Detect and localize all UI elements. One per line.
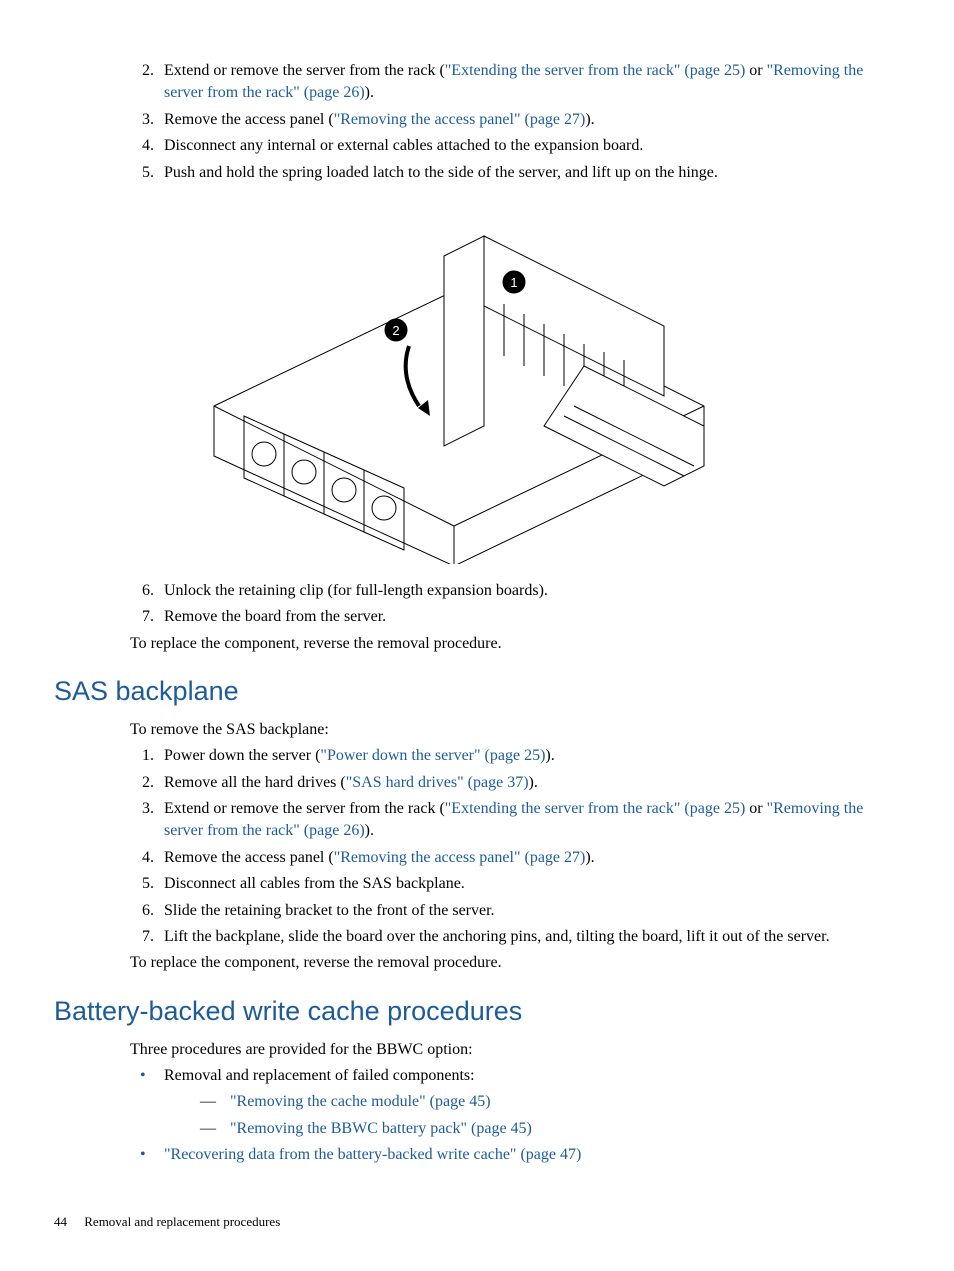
step-number: 2. <box>130 772 154 794</box>
step-text: Extend or remove the server from the rac… <box>164 62 863 101</box>
sas-steps: 1. Power down the server ("Power down th… <box>130 745 900 948</box>
step-text: Remove all the hard drives ("SAS hard dr… <box>164 774 538 791</box>
callout-1: 1 <box>510 275 517 290</box>
bbwc-bullets: Removal and replacement of failed compon… <box>130 1065 900 1167</box>
step-number: 3. <box>130 109 154 131</box>
step-5: 5. Push and hold the spring loaded latch… <box>130 162 900 184</box>
step-text: Push and hold the spring loaded latch to… <box>164 164 718 181</box>
sas-step-6: 6. Slide the retaining bracket to the fr… <box>130 900 900 922</box>
link-remove-bbwc-battery[interactable]: "Removing the BBWC battery pack" (page 4… <box>230 1120 532 1137</box>
sas-backplane-heading: SAS backplane <box>54 673 900 711</box>
step-number: 6. <box>130 900 154 922</box>
page-number: 44 <box>54 1214 67 1229</box>
sas-step-1: 1. Power down the server ("Power down th… <box>130 745 900 767</box>
sas-step-5: 5. Disconnect all cables from the SAS ba… <box>130 873 900 895</box>
step-7: 7. Remove the board from the server. <box>130 606 900 628</box>
after-figure-steps: 6. Unlock the retaining clip (for full-l… <box>130 580 900 629</box>
link-sas-hard-drives[interactable]: "SAS hard drives" (page 37) <box>346 774 529 791</box>
link-remove-access-panel-2[interactable]: "Removing the access panel" (page 27) <box>334 849 586 866</box>
step-text: Remove the board from the server. <box>164 608 386 625</box>
step-text: Remove the access panel ("Removing the a… <box>164 849 595 866</box>
link-recovering-data[interactable]: "Recovering data from the battery-backed… <box>164 1146 581 1163</box>
step-number: 3. <box>130 798 154 820</box>
step-text: Lift the backplane, slide the board over… <box>164 928 830 945</box>
step-text: Disconnect any internal or external cabl… <box>164 137 643 154</box>
step-number: 7. <box>130 606 154 628</box>
step-4: 4. Disconnect any internal or external c… <box>130 135 900 157</box>
page-footer: 44 Removal and replacement procedures <box>54 1213 280 1231</box>
bbwc-intro: Three procedures are provided for the BB… <box>130 1039 900 1061</box>
step-number: 7. <box>130 926 154 948</box>
link-remove-cache-module[interactable]: "Removing the cache module" (page 45) <box>230 1093 491 1110</box>
sas-step-2: 2. Remove all the hard drives ("SAS hard… <box>130 772 900 794</box>
step-text: Disconnect all cables from the SAS backp… <box>164 875 465 892</box>
step-text: Slide the retaining bracket to the front… <box>164 902 495 919</box>
bullet-removal-replacement: Removal and replacement of failed compon… <box>130 1065 900 1140</box>
step-number: 6. <box>130 580 154 602</box>
subdash-remove-battery: "Removing the BBWC battery pack" (page 4… <box>200 1118 900 1140</box>
bbwc-heading: Battery-backed write cache procedures <box>54 993 900 1031</box>
step-number: 5. <box>130 162 154 184</box>
step-text: Power down the server ("Power down the s… <box>164 747 555 764</box>
top-steps: 2. Extend or remove the server from the … <box>130 60 900 184</box>
chapter-title: Removal and replacement procedures <box>84 1214 280 1229</box>
subdash-remove-cache: "Removing the cache module" (page 45) <box>200 1091 900 1113</box>
callout-2: 2 <box>392 323 399 338</box>
link-remove-access-panel[interactable]: "Removing the access panel" (page 27) <box>334 111 586 128</box>
step-number: 4. <box>130 135 154 157</box>
step-number: 4. <box>130 847 154 869</box>
link-extend-server-2[interactable]: "Extending the server from the rack" (pa… <box>445 800 746 817</box>
step-text: Extend or remove the server from the rac… <box>164 800 863 839</box>
link-power-down[interactable]: "Power down the server" (page 25) <box>320 747 545 764</box>
sas-intro: To remove the SAS backplane: <box>130 719 900 741</box>
step-3: 3. Remove the access panel ("Removing th… <box>130 109 900 131</box>
step-2: 2. Extend or remove the server from the … <box>130 60 900 105</box>
step-number: 2. <box>130 60 154 82</box>
step-number: 1. <box>130 745 154 767</box>
bbwc-sub-list: "Removing the cache module" (page 45) "R… <box>200 1091 900 1140</box>
bullet-recovering-data: "Recovering data from the battery-backed… <box>130 1144 900 1166</box>
step-text: Unlock the retaining clip (for full-leng… <box>164 582 548 599</box>
sas-step-4: 4. Remove the access panel ("Removing th… <box>130 847 900 869</box>
sas-step-3: 3. Extend or remove the server from the … <box>130 798 900 843</box>
replace-paragraph-2: To replace the component, reverse the re… <box>130 952 900 974</box>
step-number: 5. <box>130 873 154 895</box>
sas-step-7: 7. Lift the backplane, slide the board o… <box>130 926 900 948</box>
step-6: 6. Unlock the retaining clip (for full-l… <box>130 580 900 602</box>
replace-paragraph: To replace the component, reverse the re… <box>130 633 900 655</box>
server-expansion-board-diagram: 1 2 <box>184 196 718 564</box>
bullet-text: Removal and replacement of failed compon… <box>164 1067 475 1084</box>
step-text: Remove the access panel ("Removing the a… <box>164 111 595 128</box>
link-extend-server[interactable]: "Extending the server from the rack" (pa… <box>445 62 746 79</box>
